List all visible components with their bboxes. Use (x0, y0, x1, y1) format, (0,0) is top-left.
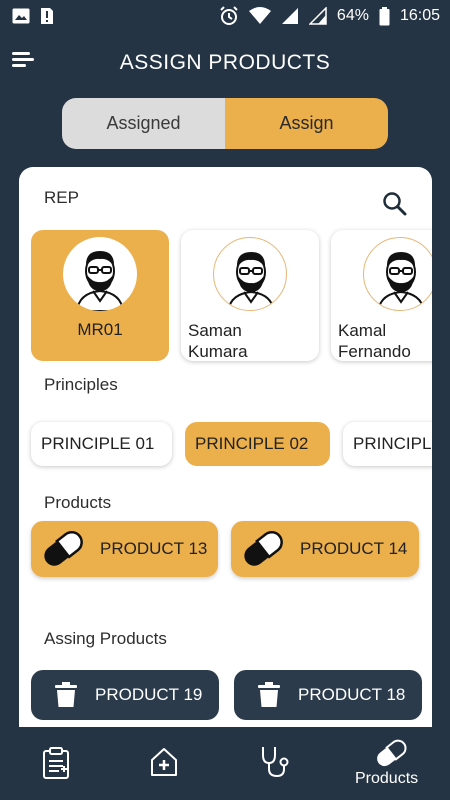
trash-icon[interactable] (258, 682, 280, 708)
product-label: PRODUCT 14 (300, 539, 408, 558)
product-card[interactable]: PRODUCT 14 (231, 521, 419, 577)
nav-item-clipboard[interactable] (38, 727, 74, 800)
bottom-nav: Products (0, 727, 450, 800)
app-header: ASSIGN PRODUCTS (0, 40, 450, 86)
image-icon (12, 8, 30, 24)
trash-icon[interactable] (55, 682, 77, 708)
alarm-icon (219, 6, 239, 26)
product-label: PRODUCT 13 (100, 539, 208, 558)
wifi-icon (248, 7, 271, 25)
stethoscope-icon (262, 747, 289, 778)
rep-name: MR01 (77, 320, 123, 339)
tab-assigned[interactable]: Assigned (62, 98, 225, 149)
page-title: ASSIGN PRODUCTS (119, 51, 331, 74)
principle-chip[interactable]: PRINCIPLE 02 (185, 422, 330, 466)
rep-card-saman-kumara[interactable]: Saman Kumara (181, 230, 319, 361)
assigned-product-card[interactable]: PRODUCT 18 (234, 670, 422, 720)
product-label: PRODUCT 18 (298, 685, 406, 704)
medical-house-icon (151, 748, 177, 776)
signal-icon (281, 7, 299, 25)
menu-icon[interactable] (12, 52, 36, 72)
rep-list: MR01 Saman Kumara Kamal Fernando (31, 230, 432, 362)
rep-card-kamal-fernando[interactable]: Kamal Fernando (331, 230, 432, 361)
avatar (63, 237, 137, 311)
capsule-icon (39, 527, 87, 571)
products-section-label: Products (44, 493, 112, 512)
search-icon[interactable] (382, 191, 408, 217)
principles-section-label: Principles (44, 375, 118, 394)
assign-card: REP MR01 Saman Kumara Kamal Fernando Pri… (19, 167, 432, 727)
battery-percent: 64% (336, 7, 369, 24)
capsule-icon (239, 527, 287, 571)
rep-card-mr01[interactable]: MR01 (31, 230, 169, 361)
assign-toggle: Assigned Assign (62, 98, 388, 149)
nav-label-products: Products (355, 770, 419, 787)
nav-item-hospital[interactable] (146, 727, 182, 800)
status-bar: 64% 16:05 (0, 0, 450, 32)
avatar (363, 237, 432, 311)
tab-assign[interactable]: Assign (225, 98, 388, 149)
clipboard-icon (43, 747, 69, 779)
battery-icon (379, 6, 390, 26)
assign-products-section-label: Assing Products (44, 629, 167, 648)
sim-alert-icon (40, 7, 54, 25)
product-card[interactable]: PRODUCT 13 (31, 521, 218, 577)
avatar (213, 237, 287, 311)
capsule-icon (377, 739, 407, 767)
principle-chip[interactable]: PRINCIPLE 01 (31, 422, 172, 466)
principle-chip[interactable]: PRINCIPLE (343, 422, 432, 466)
product-label: PRODUCT 19 (95, 685, 203, 704)
assigned-product-card[interactable]: PRODUCT 19 (31, 670, 219, 720)
nav-item-stethoscope[interactable] (256, 727, 294, 800)
signal-icon (308, 7, 327, 25)
rep-name: Saman Kumara (188, 321, 248, 361)
principle-list: PRINCIPLE 01 PRINCIPLE 02 PRINCIPLE (31, 422, 432, 470)
rep-name: Kamal Fernando (338, 321, 411, 361)
clock: 16:05 (399, 7, 440, 24)
rep-section-label: REP (44, 188, 79, 207)
nav-item-products[interactable]: Products (352, 727, 432, 800)
